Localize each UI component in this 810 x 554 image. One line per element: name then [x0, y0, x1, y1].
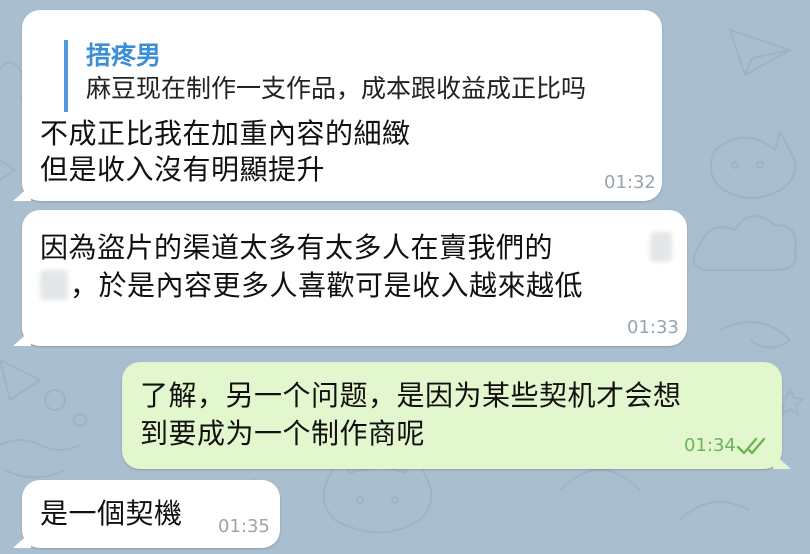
message-bubble-incoming[interactable]: 捂疼男 麻豆现在制作一支作品，成本跟收益成正比吗 不成正比我在加重內容的細緻 但… [13, 10, 662, 201]
reply-quoted-text: 麻豆现在制作一支作品，成本跟收益成正比吗 [86, 74, 587, 103]
message-bubble-incoming[interactable]: 是一個契機 01:35 [13, 480, 280, 548]
message-bubble-incoming[interactable]: 因為盜片的渠道太多有太多人在賣我們的 ，於是內容更多人喜歡可是收入越來越低 01… [13, 210, 687, 346]
message-timestamp: 01:33 [627, 317, 679, 338]
double-check-icon [736, 437, 766, 455]
message-bubble-outgoing[interactable]: 了解，另一个问题，是因为某些契机才会想 到要成为一个制作商呢 01:34 [122, 362, 791, 469]
redacted-text [40, 270, 68, 300]
message-text-line: 是一個契機 [40, 497, 183, 530]
message-text-line: 因為盜片的渠道太多有太多人在賣我們的 [40, 231, 554, 264]
message-text-line: 到要成为一个制作商呢 [140, 417, 426, 450]
message-text-line: 但是收入沒有明顯提升 [40, 153, 326, 186]
redacted-text [650, 232, 672, 262]
reply-quote[interactable]: 捂疼男 麻豆现在制作一支作品，成本跟收益成正比吗 [64, 40, 586, 112]
message-text-line: 了解，另一个问题，是因为某些契机才会想 [140, 379, 682, 412]
message-timestamp: 01:35 [218, 516, 270, 537]
message-text-line: ，於是內容更多人喜歡可是收入越來越低 [70, 269, 584, 302]
reply-sender-name: 捂疼男 [86, 41, 162, 70]
message-timestamp: 01:32 [604, 172, 656, 193]
message-timestamp: 01:34 [684, 435, 736, 456]
message-text-line: 不成正比我在加重內容的細緻 [40, 117, 411, 150]
